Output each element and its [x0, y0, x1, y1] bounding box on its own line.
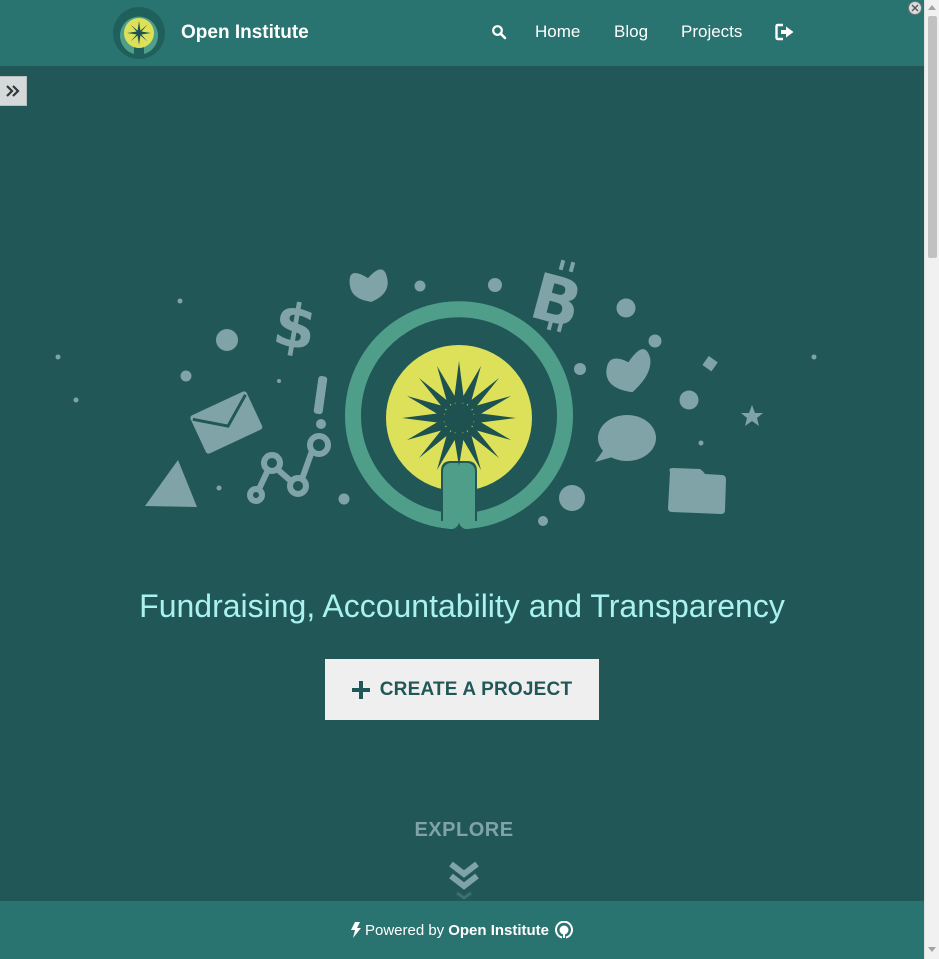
bolt-icon	[350, 922, 361, 938]
explore-link[interactable]: EXPLORE	[0, 819, 928, 842]
nav-link-projects[interactable]: Projects	[681, 22, 742, 42]
svg-text:$: $	[268, 289, 321, 365]
search-icon[interactable]	[491, 24, 507, 40]
open-institute-illustration: $ B	[55, 259, 817, 529]
scroll-thumb[interactable]	[928, 16, 937, 258]
close-corner-button[interactable]	[908, 1, 922, 15]
vertical-scrollbar[interactable]	[924, 0, 939, 959]
hero-tagline: Fundraising, Accountability and Transpar…	[139, 588, 785, 624]
open-institute-footer-logo-icon	[555, 921, 573, 939]
create-project-button[interactable]: CREATE A PROJECT	[325, 659, 599, 720]
footer-brand-link[interactable]: Open Institute	[448, 922, 549, 939]
scroll-down-arrow-icon[interactable]	[928, 947, 936, 952]
nav-link-blog[interactable]: Blog	[614, 22, 648, 42]
footer-powered-prefix: Powered by	[364, 921, 445, 939]
double-chevron-right-icon	[6, 85, 20, 97]
sign-out-icon[interactable]	[775, 22, 795, 42]
navbar: Open Institute Home Blog Projects	[0, 0, 924, 66]
scroll-up-arrow-icon[interactable]	[928, 5, 936, 10]
brand-link[interactable]: Open Institute	[113, 7, 309, 59]
nav-link-home[interactable]: Home	[535, 22, 580, 42]
double-chevron-down-icon[interactable]	[448, 860, 480, 900]
plus-icon	[351, 680, 370, 699]
sidebar-toggle-button[interactable]	[0, 76, 27, 106]
brand-name: Open Institute	[181, 22, 309, 43]
open-institute-logo-icon	[113, 7, 165, 59]
create-project-label: CREATE A PROJECT	[379, 678, 573, 700]
footer: Powered by Open Institute	[0, 901, 924, 959]
close-icon	[911, 4, 919, 12]
